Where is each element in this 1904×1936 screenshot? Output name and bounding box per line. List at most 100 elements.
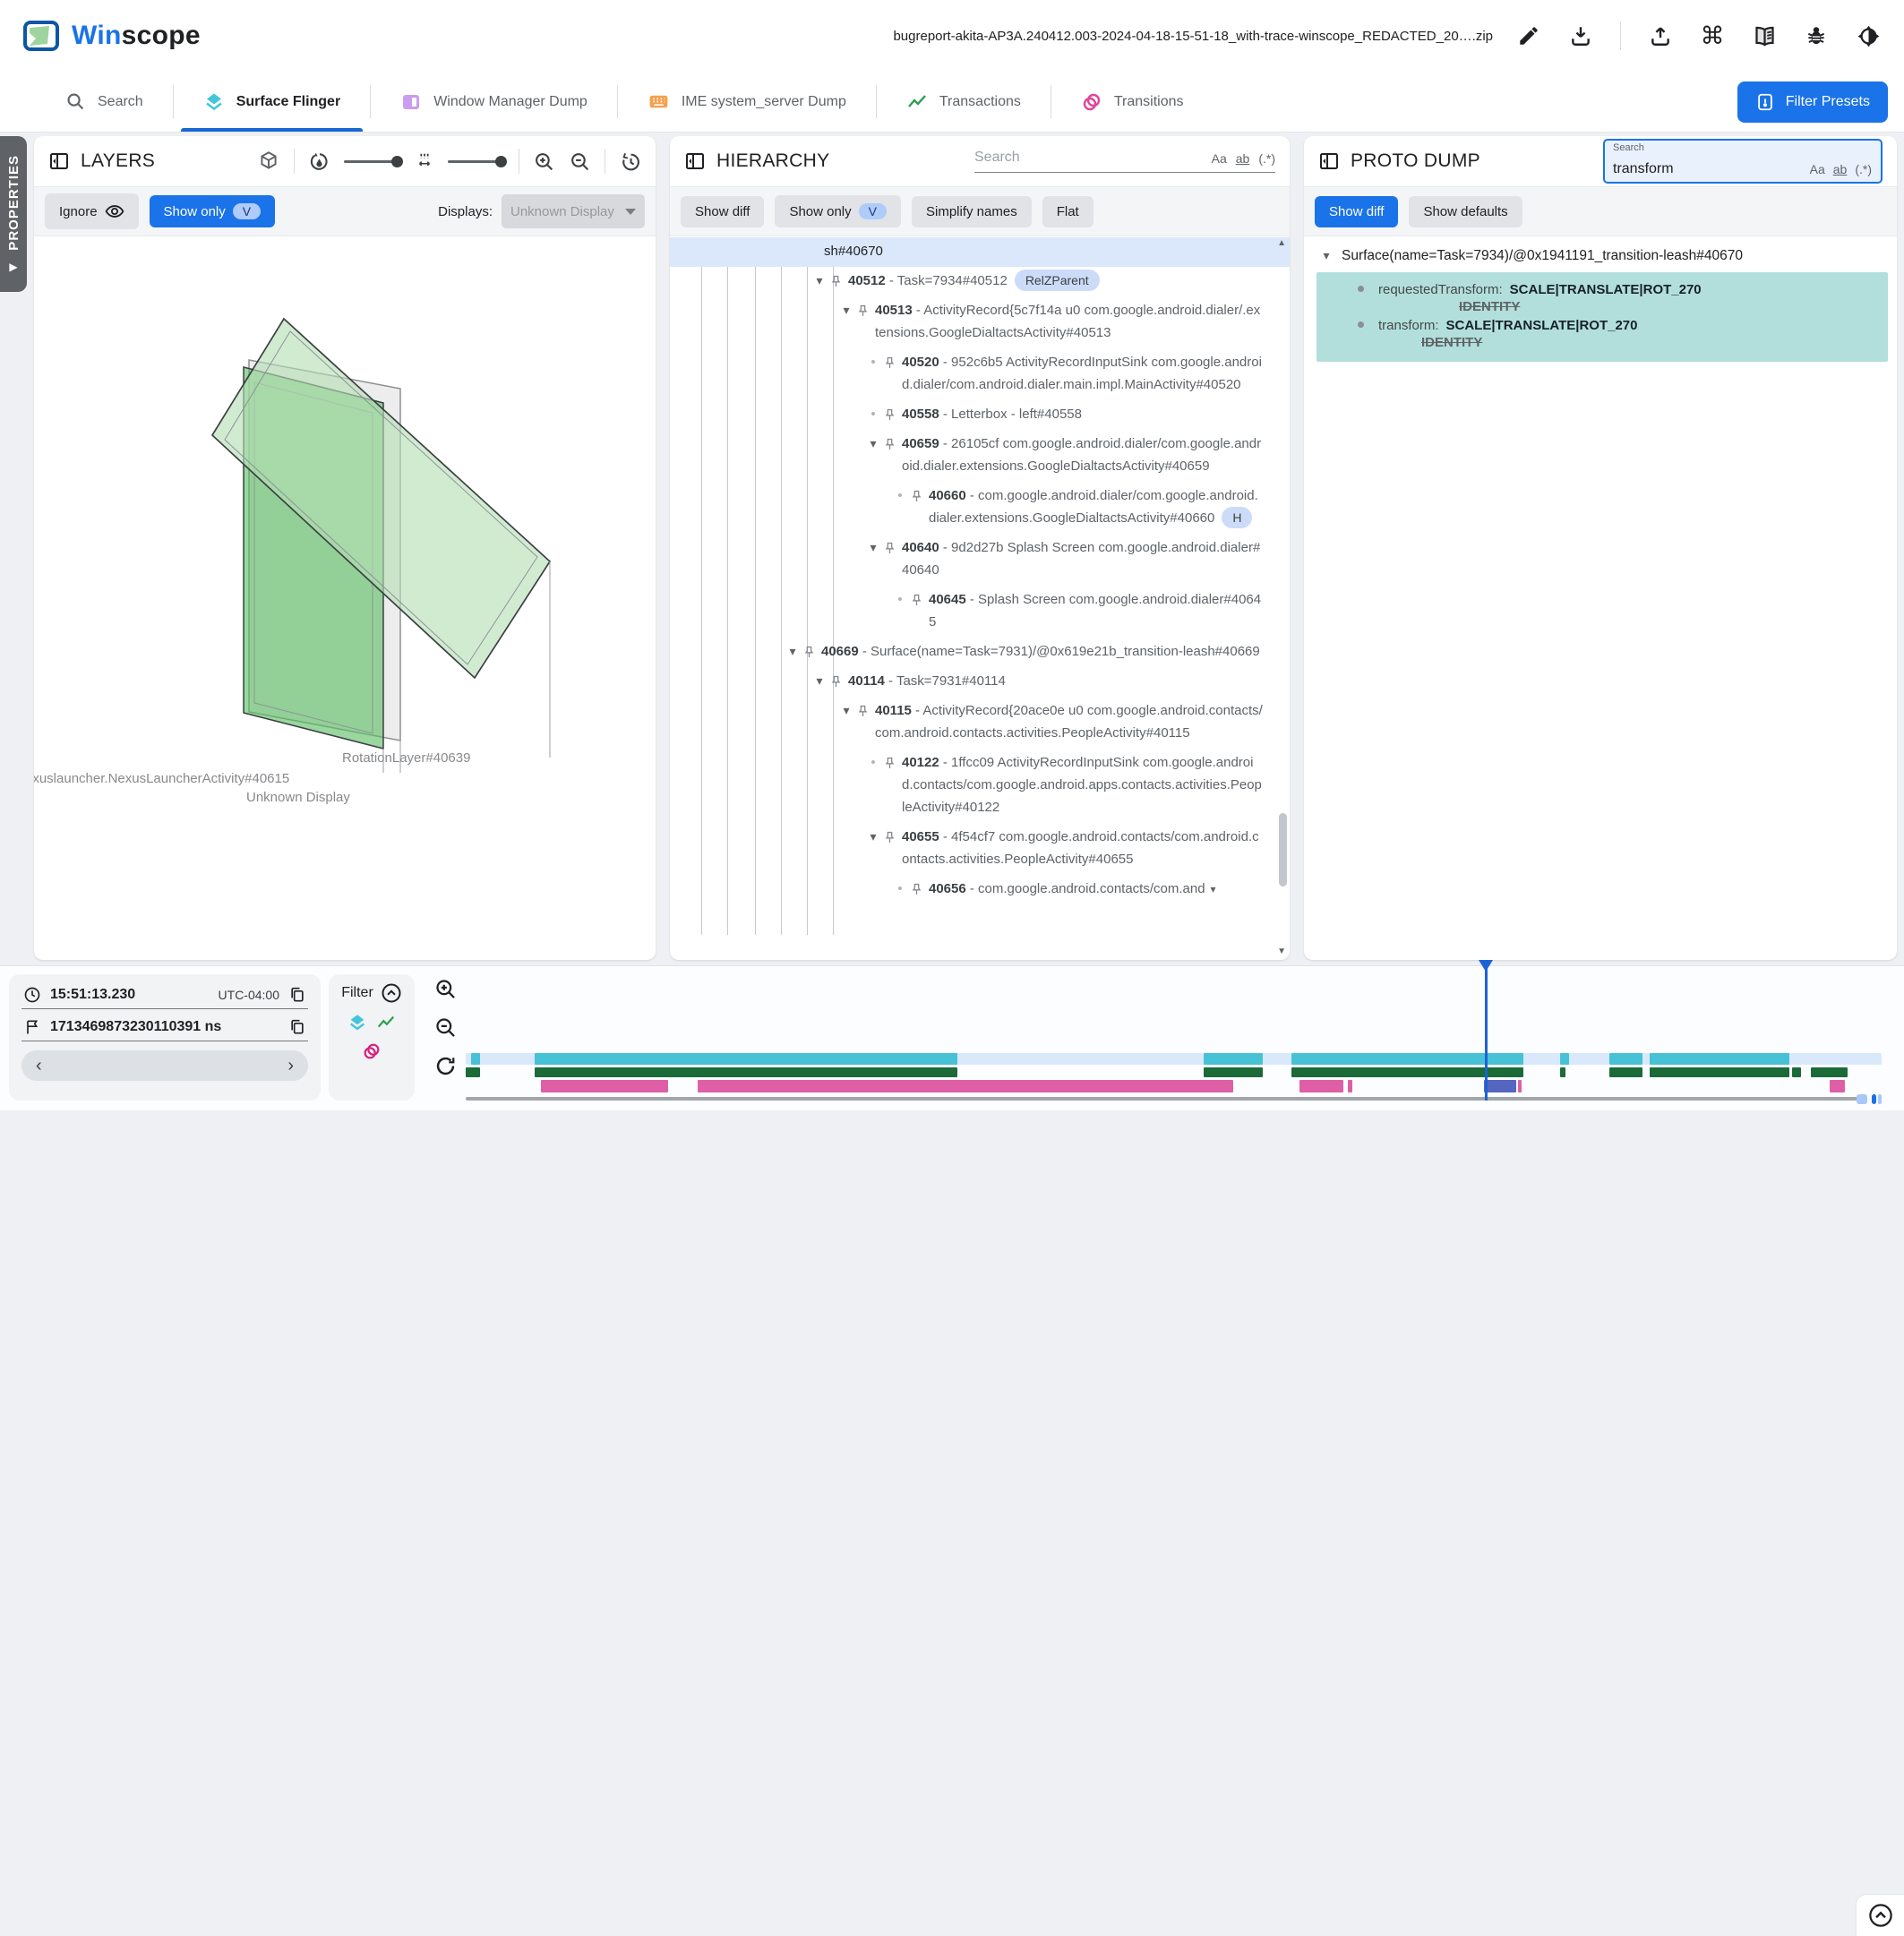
properties-drawer-tab[interactable]: PROPERTIES ▶ <box>0 136 27 292</box>
match-word-toggle[interactable]: ab <box>1236 151 1250 166</box>
3d-view-icon[interactable] <box>257 150 280 173</box>
spacing-slider-icon[interactable] <box>415 150 434 172</box>
pin-icon[interactable] <box>884 407 896 422</box>
collapse-arrow-icon[interactable]: ▾ <box>809 670 830 692</box>
timeline-zoom-reset-icon[interactable] <box>433 1054 458 1078</box>
rotation-slider[interactable] <box>344 160 401 163</box>
edit-icon[interactable] <box>1516 23 1541 48</box>
reset-view-icon[interactable] <box>619 150 641 173</box>
transitions-filter-icon[interactable] <box>362 1041 382 1061</box>
dark-mode-icon[interactable] <box>1856 23 1881 48</box>
collapse-arrow-icon[interactable]: ▾ <box>836 699 857 722</box>
rotation-slider-icon[interactable] <box>308 150 330 173</box>
tab-ime-system-server-dump[interactable]: IME system_server Dump <box>618 72 876 132</box>
transaction-segment[interactable] <box>1204 1067 1263 1077</box>
ignore-button[interactable]: Ignore <box>45 193 139 229</box>
human-time-field[interactable]: 15:51:13.230 UTC-04:00 <box>21 983 308 1009</box>
collapse-arrow-icon[interactable]: ▾ <box>862 433 884 455</box>
transition-segment-active[interactable] <box>1484 1080 1516 1092</box>
sf-trace-segment[interactable] <box>1204 1053 1263 1065</box>
copy-icon[interactable] <box>288 1018 306 1036</box>
pin-icon[interactable] <box>884 541 896 555</box>
tab-window-manager-dump[interactable]: Window Manager Dump <box>371 72 617 132</box>
download-icon[interactable] <box>1568 23 1593 48</box>
next-frame-button[interactable]: › <box>287 1056 294 1076</box>
tree-node-40558[interactable]: •40558 - Letterbox - left#40558 <box>670 400 1290 430</box>
match-regex-toggle[interactable]: (.*) <box>1855 162 1872 176</box>
proto-property-row[interactable]: requestedTransform:SCALE|TRANSLATE|ROT_2… <box>1317 279 1888 315</box>
collapse-arrow-icon[interactable]: ▾ <box>836 299 857 321</box>
zoom-out-icon[interactable] <box>569 150 591 173</box>
match-case-toggle[interactable]: Aa <box>1212 151 1227 166</box>
transition-segment[interactable] <box>698 1080 1233 1092</box>
proto-property-row[interactable]: transform:SCALE|TRANSLATE|ROT_270IDENTIT… <box>1317 315 1888 351</box>
tree-node-40114[interactable]: ▾40114 - Task=7931#40114 <box>670 667 1290 697</box>
transactions-filter-icon[interactable] <box>376 1013 396 1032</box>
tab-transactions[interactable]: Transactions <box>877 72 1051 132</box>
tree-node-40512[interactable]: ▾40512 - Task=7934#40512RelZParent <box>670 267 1290 296</box>
pin-icon[interactable] <box>830 274 842 288</box>
timeline-canvas[interactable] <box>466 966 1882 1111</box>
transition-segment[interactable] <box>541 1080 668 1092</box>
timeline-scroll-handle[interactable] <box>1872 1094 1876 1104</box>
timeline-row-surface-flinger[interactable] <box>466 1053 1882 1065</box>
spacing-slider[interactable] <box>448 160 505 163</box>
show-diff-button[interactable]: Show diff <box>1315 196 1398 227</box>
timeline-scrollbar[interactable] <box>466 1097 1860 1101</box>
pin-icon[interactable] <box>857 704 869 718</box>
pin-icon[interactable] <box>884 830 896 844</box>
tree-node-40122[interactable]: •40122 - 1ffcc09 ActivityRecordInputSink… <box>670 749 1290 823</box>
show-defaults-button[interactable]: Show defaults <box>1409 196 1522 227</box>
pin-icon[interactable] <box>830 674 842 689</box>
collapse-arrow-icon[interactable]: ▾ <box>782 640 803 663</box>
transaction-segment[interactable] <box>1811 1067 1848 1077</box>
tree-node-40659[interactable]: ▾40659 - 26105cf com.google.android.dial… <box>670 430 1290 482</box>
transaction-segment[interactable] <box>1609 1067 1642 1077</box>
timeline-scroll-handle[interactable] <box>1878 1094 1882 1104</box>
collapse-arrow-icon[interactable]: ▾ <box>862 536 884 559</box>
tree-node-40656[interactable]: •40656 - com.google.android.contacts/com… <box>670 875 1290 905</box>
timeline-cursor[interactable] <box>1485 966 1488 1101</box>
transaction-segment[interactable] <box>1792 1067 1800 1077</box>
scroll-up-icon[interactable]: ▲ <box>1277 238 1286 248</box>
tree-node-40669[interactable]: ▾40669 - Surface(name=Task=7931)/@0x619e… <box>670 638 1290 667</box>
show-only-button[interactable]: Show only V <box>775 195 901 227</box>
proto-root-node[interactable]: ▾ Surface(name=Task=7934)/@0x1941191_tra… <box>1304 236 1897 272</box>
copy-icon[interactable] <box>288 986 306 1004</box>
sf-trace-segment[interactable] <box>471 1053 479 1065</box>
timeline-zoom-out-icon[interactable] <box>433 1015 458 1040</box>
collapse-arrow-icon[interactable]: ▾ <box>862 826 884 848</box>
prev-frame-button[interactable]: ‹ <box>36 1056 42 1076</box>
timeline-row-transactions[interactable] <box>466 1067 1882 1077</box>
transaction-segment[interactable] <box>1650 1067 1790 1077</box>
transaction-segment[interactable] <box>466 1067 480 1077</box>
simplify-names-button[interactable]: Simplify names <box>912 196 1032 227</box>
tree-node-40520[interactable]: •40520 - 952c6b5 ActivityRecordInputSink… <box>670 348 1290 400</box>
pin-icon[interactable] <box>911 489 922 503</box>
pin-icon[interactable] <box>857 304 869 318</box>
tree-node-40645[interactable]: •40645 - Splash Screen com.google.androi… <box>670 586 1290 638</box>
tab-search[interactable]: Search <box>36 72 173 132</box>
match-regex-toggle[interactable]: (.*) <box>1258 151 1275 166</box>
pin-icon[interactable] <box>911 882 922 896</box>
collapse-arrow-icon[interactable]: ▾ <box>809 270 830 292</box>
zoom-in-icon[interactable] <box>533 150 555 173</box>
transaction-segment[interactable] <box>1560 1067 1565 1077</box>
timeline-scroll-handle[interactable] <box>1857 1094 1868 1104</box>
docs-icon[interactable] <box>1752 23 1777 48</box>
panel-collapse-icon[interactable] <box>48 150 70 172</box>
panel-collapse-icon[interactable] <box>684 150 706 172</box>
scroll-down-icon[interactable]: ▼ <box>1277 947 1286 956</box>
tree-node-40655[interactable]: ▾40655 - 4f54cf7 com.google.android.cont… <box>670 823 1290 875</box>
show-diff-button[interactable]: Show diff <box>681 196 764 227</box>
ns-time-field[interactable]: 1713469873230110391 ns <box>21 1015 308 1041</box>
tree-node-40640[interactable]: ▾40640 - 9d2d27b Splash Screen com.googl… <box>670 534 1290 586</box>
sf-trace-segment[interactable] <box>1291 1053 1523 1065</box>
tree-node-40513[interactable]: ▾40513 - ActivityRecord{5c7f14a u0 com.g… <box>670 296 1290 348</box>
surface-flinger-filter-icon[interactable] <box>347 1013 367 1032</box>
layers-3d-scene[interactable]: RotationLayer#40639 exuslauncher.NexusLa… <box>34 236 656 958</box>
displays-select[interactable]: Unknown Display <box>502 194 645 228</box>
panel-collapse-icon[interactable] <box>1318 150 1340 172</box>
timeline-row-transitions[interactable] <box>466 1080 1882 1092</box>
tab-transitions[interactable]: Transitions <box>1051 72 1214 132</box>
